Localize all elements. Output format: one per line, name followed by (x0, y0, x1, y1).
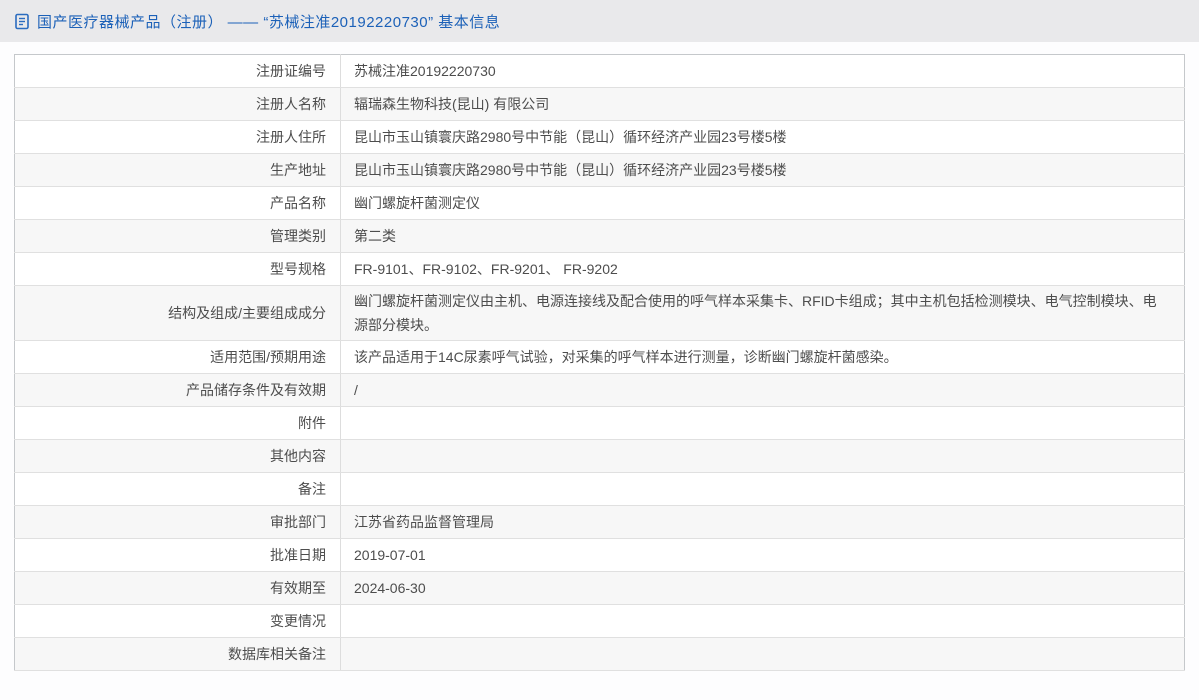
table-row: 结构及组成/主要组成成分 幽门螺旋杆菌测定仪由主机、电源连接线及配合使用的呼气样… (15, 286, 1185, 341)
row-label-cell: 型号规格 (15, 253, 341, 286)
table-row: 注册人住所 昆山市玉山镇寰庆路2980号中节能（昆山）循环经济产业园23号楼5楼 (15, 121, 1185, 154)
info-table-body: 注册证编号 苏械注准20192220730 注册人名称 辐瑞森生物科技(昆山) … (15, 55, 1185, 671)
row-label-cell: 适用范围/预期用途 (15, 341, 341, 374)
table-row: 审批部门 江苏省药品监督管理局 (15, 506, 1185, 539)
row-value-cell: 幽门螺旋杆菌测定仪 (341, 187, 1185, 220)
row-value-cell: 辐瑞森生物科技(昆山) 有限公司 (341, 88, 1185, 121)
row-value-cell (341, 440, 1185, 473)
table-row: 附件 (15, 407, 1185, 440)
registration-info-table-container: 注册证编号 苏械注准20192220730 注册人名称 辐瑞森生物科技(昆山) … (14, 54, 1185, 671)
row-value-cell: FR-9101、FR-9102、FR-9201、 FR-9202 (341, 253, 1185, 286)
row-value-cell: 第二类 (341, 220, 1185, 253)
table-row: 管理类别 第二类 (15, 220, 1185, 253)
row-label-cell: 审批部门 (15, 506, 341, 539)
row-label-cell: 管理类别 (15, 220, 341, 253)
row-label-cell: 有效期至 (15, 572, 341, 605)
row-value-cell (341, 473, 1185, 506)
row-value-cell (341, 407, 1185, 440)
row-label-cell: 其他内容 (15, 440, 341, 473)
row-value-cell: / (341, 374, 1185, 407)
table-row: 注册人名称 辐瑞森生物科技(昆山) 有限公司 (15, 88, 1185, 121)
row-value-cell: 幽门螺旋杆菌测定仪由主机、电源连接线及配合使用的呼气样本采集卡、RFID卡组成；… (341, 286, 1185, 341)
row-value-cell: 2024-06-30 (341, 572, 1185, 605)
table-row: 变更情况 (15, 605, 1185, 638)
row-value-cell (341, 605, 1185, 638)
row-label-cell: 附件 (15, 407, 341, 440)
table-row: 备注 (15, 473, 1185, 506)
table-row: 产品储存条件及有效期 / (15, 374, 1185, 407)
row-label-cell: 注册证编号 (15, 55, 341, 88)
row-value-cell: 昆山市玉山镇寰庆路2980号中节能（昆山）循环经济产业园23号楼5楼 (341, 154, 1185, 187)
table-row: 批准日期 2019-07-01 (15, 539, 1185, 572)
table-row: 其他内容 (15, 440, 1185, 473)
row-value-cell (341, 638, 1185, 671)
row-label-cell: 注册人名称 (15, 88, 341, 121)
row-label-cell: 产品名称 (15, 187, 341, 220)
row-value-cell: 江苏省药品监督管理局 (341, 506, 1185, 539)
table-row: 产品名称 幽门螺旋杆菌测定仪 (15, 187, 1185, 220)
table-row: 数据库相关备注 (15, 638, 1185, 671)
table-row: 注册证编号 苏械注准20192220730 (15, 55, 1185, 88)
table-row: 适用范围/预期用途 该产品适用于14C尿素呼气试验，对采集的呼气样本进行测量，诊… (15, 341, 1185, 374)
row-label-cell: 注册人住所 (15, 121, 341, 154)
row-value-cell: 2019-07-01 (341, 539, 1185, 572)
registration-info-table: 注册证编号 苏械注准20192220730 注册人名称 辐瑞森生物科技(昆山) … (14, 54, 1185, 671)
row-label-cell: 结构及组成/主要组成成分 (15, 286, 341, 341)
row-value-cell: 昆山市玉山镇寰庆路2980号中节能（昆山）循环经济产业园23号楼5楼 (341, 121, 1185, 154)
row-label-cell: 产品储存条件及有效期 (15, 374, 341, 407)
table-row: 有效期至 2024-06-30 (15, 572, 1185, 605)
row-label-cell: 生产地址 (15, 154, 341, 187)
row-value-cell: 苏械注准20192220730 (341, 55, 1185, 88)
row-label-cell: 变更情况 (15, 605, 341, 638)
row-value-cell: 该产品适用于14C尿素呼气试验，对采集的呼气样本进行测量，诊断幽门螺旋杆菌感染。 (341, 341, 1185, 374)
table-row: 型号规格 FR-9101、FR-9102、FR-9201、 FR-9202 (15, 253, 1185, 286)
row-label-cell: 数据库相关备注 (15, 638, 341, 671)
page-title: 国产医疗器械产品（注册） —— “苏械注准20192220730” 基本信息 (37, 11, 500, 32)
table-row: 生产地址 昆山市玉山镇寰庆路2980号中节能（昆山）循环经济产业园23号楼5楼 (15, 154, 1185, 187)
row-label-cell: 批准日期 (15, 539, 341, 572)
page-header-bar: 国产医疗器械产品（注册） —— “苏械注准20192220730” 基本信息 (0, 0, 1199, 42)
row-label-cell: 备注 (15, 473, 341, 506)
document-icon (14, 13, 31, 30)
